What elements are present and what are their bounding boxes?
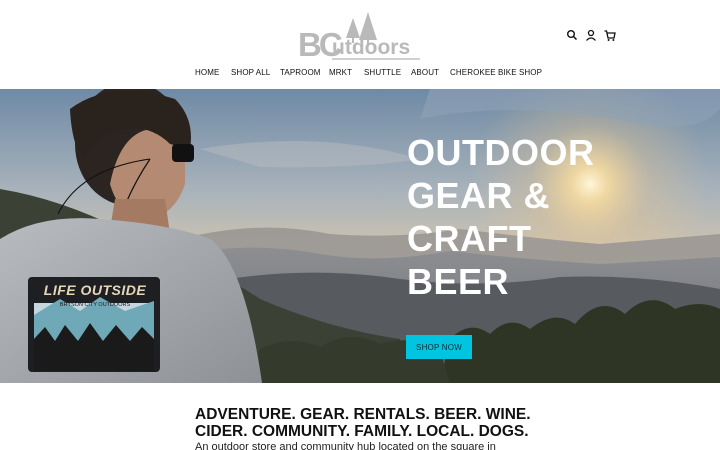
hero-title-line: OUTDOOR [407,132,595,173]
site-header: BC utdoors HOME SHOP ALL TAPROOM MRKT SH… [0,0,720,89]
nav-mrkt[interactable]: MRKT [329,68,352,77]
cart-icon[interactable] [604,28,616,42]
hero-banner: LIFE OUTSIDE BRYSON CITY OUTDOORS OUTDOO… [0,89,720,383]
search-icon[interactable] [566,28,578,42]
account-icon[interactable] [585,28,597,42]
hero-title-line: GEAR & [407,175,551,216]
tagline-line: ADVENTURE. GEAR. RENTALS. BEER. WINE. [195,406,531,423]
nav-home[interactable]: HOME [195,68,219,77]
intro-description: An outdoor store and community hub locat… [195,441,496,450]
nav-taproom[interactable]: TAPROOM [280,68,321,77]
nav-cherokee-bike-shop[interactable]: CHEROKEE BIKE SHOP [450,68,542,77]
hero-title: OUTDOOR GEAR & CRAFT BEER [407,131,667,303]
intro-tagline: ADVENTURE. GEAR. RENTALS. BEER. WINE. CI… [195,406,531,440]
nav-shop-all[interactable]: SHOP ALL [231,68,270,77]
hero-title-line: BEER [407,261,510,302]
tagline-line: CIDER. COMMUNITY. FAMILY. LOCAL. DOGS. [195,423,529,440]
hero-title-line: CRAFT [407,218,532,259]
logo-underline [332,58,420,60]
logo-word: utdoors [332,36,411,59]
shirt-subtext: BRYSON CITY OUTDOORS [59,302,131,308]
shirt-text: LIFE OUTSIDE [43,282,147,298]
header-icons [566,28,616,44]
nav-shuttle[interactable]: SHUTTLE [364,68,401,77]
shop-now-button[interactable]: SHOP NOW [406,335,472,359]
brand-logo[interactable]: BC utdoors [298,12,423,63]
nav-about[interactable]: ABOUT [411,68,439,77]
